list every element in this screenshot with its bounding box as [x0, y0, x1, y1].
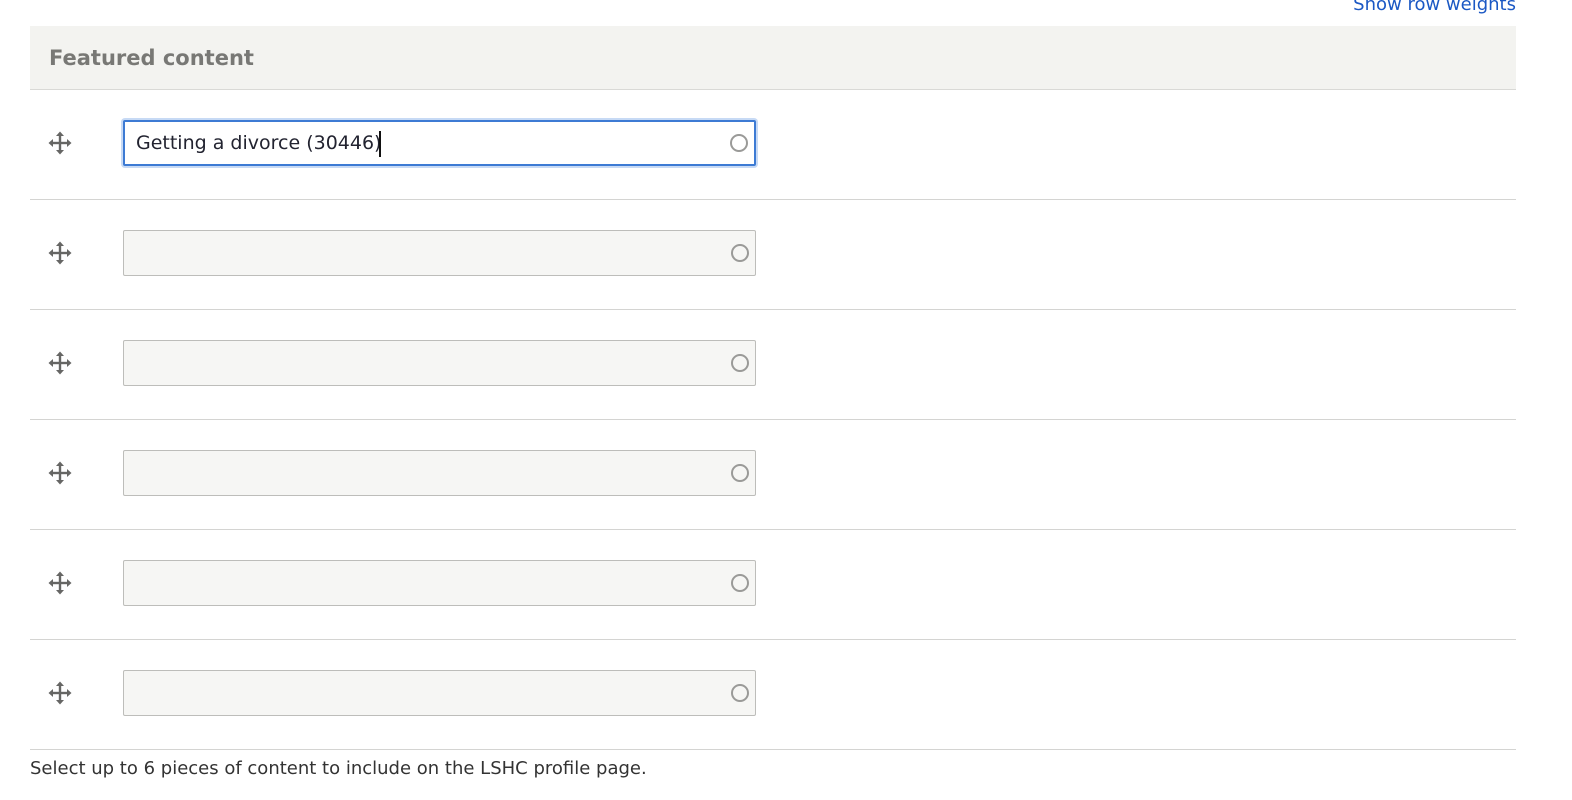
table-row	[30, 310, 1516, 420]
content-autocomplete-input[interactable]	[125, 122, 754, 164]
content-autocomplete-input[interactable]	[124, 451, 755, 495]
content-autocomplete-field[interactable]	[123, 120, 756, 166]
content-autocomplete-field[interactable]	[123, 450, 756, 496]
autocomplete-throbber-icon	[731, 464, 749, 482]
content-autocomplete-field[interactable]	[123, 670, 756, 716]
table-header-label: Featured content	[49, 45, 254, 70]
table-row	[30, 200, 1516, 310]
autocomplete-throbber-icon	[731, 244, 749, 262]
content-autocomplete-input[interactable]	[124, 231, 755, 275]
content-autocomplete-field[interactable]	[123, 230, 756, 276]
autocomplete-throbber-icon	[730, 134, 748, 152]
move-arrows-icon[interactable]	[48, 351, 72, 375]
table-row	[30, 420, 1516, 530]
autocomplete-throbber-icon	[731, 574, 749, 592]
content-autocomplete-field[interactable]	[123, 560, 756, 606]
content-autocomplete-input[interactable]	[124, 671, 755, 715]
autocomplete-throbber-icon	[731, 354, 749, 372]
text-caret	[379, 131, 381, 157]
featured-content-field: Show row weights Featured content Gettin…	[0, 0, 1572, 800]
content-autocomplete-input[interactable]	[124, 341, 755, 385]
move-arrows-icon[interactable]	[48, 571, 72, 595]
move-arrows-icon[interactable]	[48, 681, 72, 705]
move-arrows-icon[interactable]	[48, 461, 72, 485]
show-row-weights-link[interactable]: Show row weights	[1353, 0, 1516, 16]
table-row	[30, 640, 1516, 750]
table-header: Featured content	[30, 26, 1516, 90]
field-description: Select up to 6 pieces of content to incl…	[30, 758, 647, 779]
move-arrows-icon[interactable]	[48, 241, 72, 265]
autocomplete-throbber-icon	[731, 684, 749, 702]
content-autocomplete-field[interactable]	[123, 340, 756, 386]
featured-content-table: Featured content	[30, 26, 1516, 750]
move-arrows-icon[interactable]	[48, 131, 72, 155]
content-autocomplete-input[interactable]	[124, 561, 755, 605]
table-row	[30, 530, 1516, 640]
table-row	[30, 90, 1516, 200]
